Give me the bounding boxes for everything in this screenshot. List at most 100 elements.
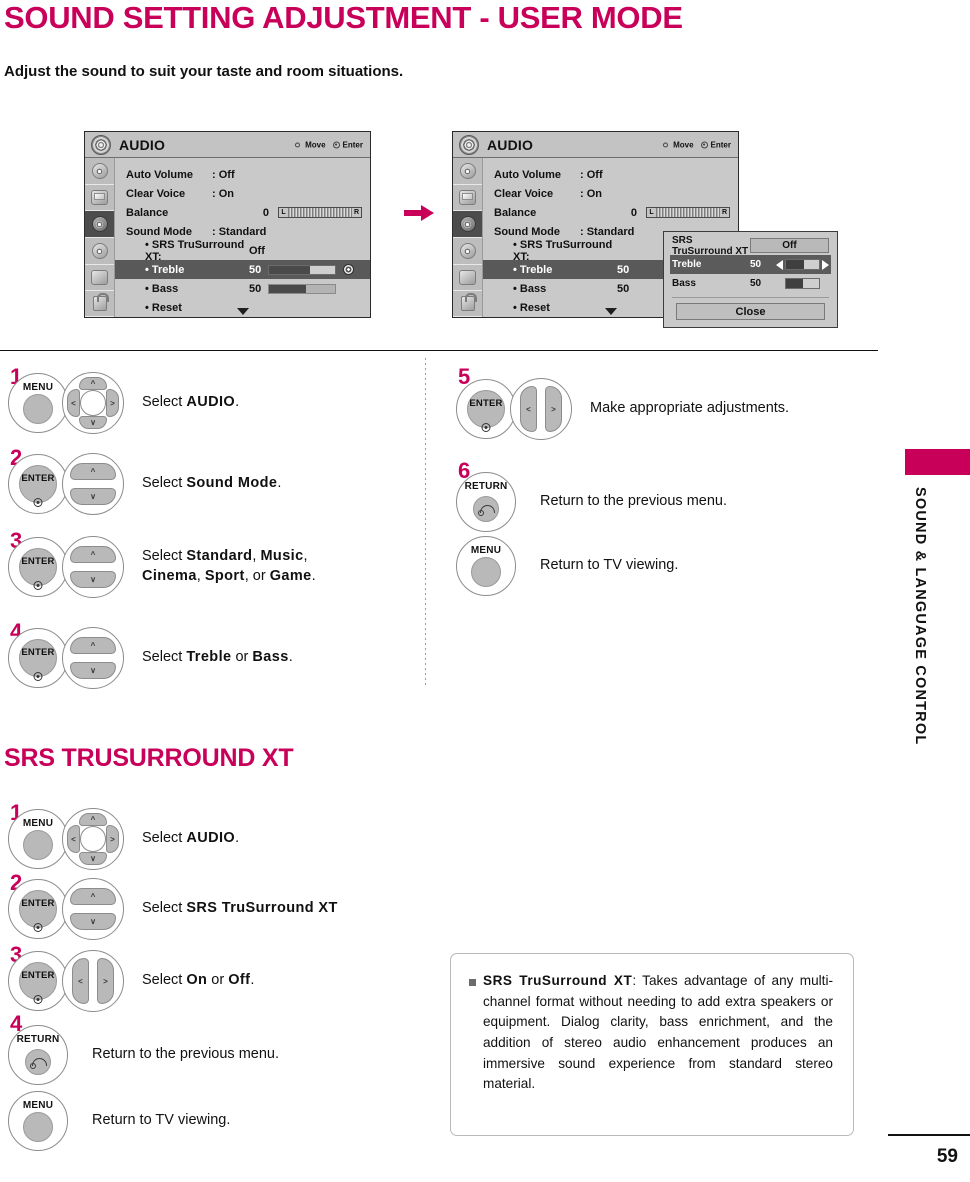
dpad-right[interactable]: >	[106, 389, 119, 417]
osd-title-2: AUDIO	[487, 136, 534, 153]
popup-treble-slider[interactable]	[785, 259, 820, 270]
popup-row-treble[interactable]: Treble 50	[670, 255, 831, 274]
srs-state-value[interactable]: Off	[750, 238, 829, 253]
dpad-down[interactable]: ∨	[70, 571, 116, 588]
step-text-suffix: .	[235, 830, 240, 847]
row-label: • Treble	[513, 263, 553, 276]
step-text-bold-on: On	[186, 972, 208, 989]
dpad-down[interactable]: ∨	[70, 913, 116, 930]
osd-title: AUDIO	[119, 136, 166, 153]
dpad-center[interactable]	[80, 826, 106, 852]
dpad-down[interactable]: ∨	[79, 852, 107, 865]
step-text-bold: Sound Mode	[186, 475, 278, 492]
dpad-left[interactable]: <	[67, 389, 80, 417]
arrow-right-icon[interactable]	[822, 259, 829, 270]
enter-button[interactable]: ENTER	[8, 628, 68, 688]
osd-row-treble[interactable]: • Treble 50	[115, 260, 370, 279]
enter-dot-icon	[33, 923, 43, 932]
row-label: • SRS TruSurround XT:	[145, 238, 245, 263]
dpad-up[interactable]: ^	[70, 463, 116, 480]
dpad-left-right[interactable]: < >	[510, 378, 572, 440]
treble-knob-icon[interactable]	[343, 264, 355, 276]
scroll-down-caret-icon[interactable]	[604, 308, 617, 315]
osd-row-srs[interactable]: • SRS TruSurround XT: Off	[115, 238, 370, 263]
menu-button[interactable]: MENU	[456, 536, 516, 596]
treble-slider[interactable]	[268, 264, 337, 275]
dpad-up-down[interactable]: ^ ∨	[62, 453, 124, 515]
osd-row-bass[interactable]: • Bass 50	[115, 279, 370, 298]
menu-button[interactable]: MENU	[8, 1091, 68, 1151]
dpad-up[interactable]: ^	[70, 546, 116, 563]
rail-item-lock[interactable]	[85, 291, 114, 317]
arrow-left-icon[interactable]	[776, 259, 783, 270]
step-1-srs: 1 MENU ^ ∨ < > Select AUDIO.	[8, 802, 240, 870]
dpad-up[interactable]: ^	[70, 637, 116, 654]
step-text-bold-cinema: Cinema	[142, 568, 197, 584]
enter-button[interactable]: ENTER	[8, 879, 68, 939]
dpad-four-way[interactable]: ^ ∨ < >	[62, 372, 124, 434]
dpad-down[interactable]: ∨	[70, 662, 116, 679]
rail-item-picture[interactable]	[85, 158, 114, 185]
step-text-suffix: .	[235, 394, 240, 411]
balance-slider[interactable]	[278, 207, 362, 219]
hint-enter-label: Enter	[342, 140, 363, 149]
close-button[interactable]: Close	[676, 303, 825, 320]
row-value: Off	[249, 244, 265, 257]
rail-item-lock[interactable]	[453, 291, 482, 317]
dpad-left-right[interactable]: < >	[62, 950, 124, 1012]
osd-row-auto-volume[interactable]: Auto Volume : Off	[115, 165, 370, 184]
dpad-down[interactable]: ∨	[70, 488, 116, 505]
dpad-left[interactable]: <	[72, 958, 89, 1004]
dpad-down[interactable]: ∨	[79, 416, 107, 429]
step-1-text: Select AUDIO.	[142, 393, 239, 413]
dpad-up[interactable]: ^	[70, 888, 116, 905]
rail-item-option[interactable]	[453, 265, 482, 291]
dpad-right[interactable]: >	[97, 958, 114, 1004]
popup-bass-slider[interactable]	[785, 278, 820, 289]
osd-row-clear-voice[interactable]: Clear Voice : On	[115, 184, 370, 203]
rail-item-picture[interactable]	[453, 158, 482, 185]
dpad-four-way[interactable]: ^ ∨ < >	[62, 808, 124, 870]
menu-button[interactable]: MENU	[8, 809, 68, 869]
dpad-up[interactable]: ^	[79, 813, 107, 826]
rail-item-time[interactable]	[85, 238, 114, 265]
osd-row-auto-volume[interactable]: Auto Volume : Off	[483, 165, 738, 184]
rail-item-audio[interactable]	[85, 211, 114, 238]
menu-button[interactable]: MENU	[8, 373, 68, 433]
rail-item-time[interactable]	[453, 238, 482, 265]
rail-item-option[interactable]	[85, 265, 114, 291]
dpad-up[interactable]: ^	[79, 377, 107, 390]
rail-item-screen[interactable]	[453, 185, 482, 211]
rail-item-screen[interactable]	[85, 185, 114, 211]
dpad-up-down[interactable]: ^ ∨	[62, 536, 124, 598]
row-value: : Off	[212, 168, 235, 181]
dpad-center[interactable]	[80, 390, 106, 416]
popup-divider	[672, 297, 829, 298]
dpad-left[interactable]: <	[520, 386, 537, 432]
popup-row-srs[interactable]: SRS TruSurround XT Off	[670, 235, 831, 257]
dpad-left[interactable]: <	[67, 825, 80, 853]
bass-slider[interactable]	[268, 283, 337, 294]
scroll-down-caret-icon[interactable]	[236, 308, 249, 315]
dpad-up-down[interactable]: ^ ∨	[62, 627, 124, 689]
page-footer-rule	[888, 1134, 970, 1136]
osd-row-balance[interactable]: Balance 0	[115, 203, 370, 222]
enter-button[interactable]: ENTER	[456, 379, 516, 439]
enter-dot-icon	[481, 423, 491, 432]
return-button[interactable]: RETURN	[456, 472, 516, 532]
return-button[interactable]: RETURN	[8, 1025, 68, 1085]
osd-row-balance[interactable]: Balance 0	[483, 203, 738, 222]
enter-button-label: ENTER	[21, 970, 55, 981]
enter-button[interactable]: ENTER	[8, 454, 68, 514]
osd-content: Auto Volume : Off Clear Voice : On Balan…	[115, 158, 370, 317]
popup-row-bass[interactable]: Bass 50	[670, 274, 831, 293]
enter-button[interactable]: ENTER	[8, 537, 68, 597]
dpad-up-down[interactable]: ^ ∨	[62, 878, 124, 940]
osd-icon-rail	[85, 158, 115, 317]
rail-item-audio[interactable]	[453, 211, 482, 238]
enter-button[interactable]: ENTER	[8, 951, 68, 1011]
dpad-right[interactable]: >	[106, 825, 119, 853]
dpad-right[interactable]: >	[545, 386, 562, 432]
balance-slider[interactable]	[646, 207, 730, 219]
osd-row-clear-voice[interactable]: Clear Voice : On	[483, 184, 738, 203]
